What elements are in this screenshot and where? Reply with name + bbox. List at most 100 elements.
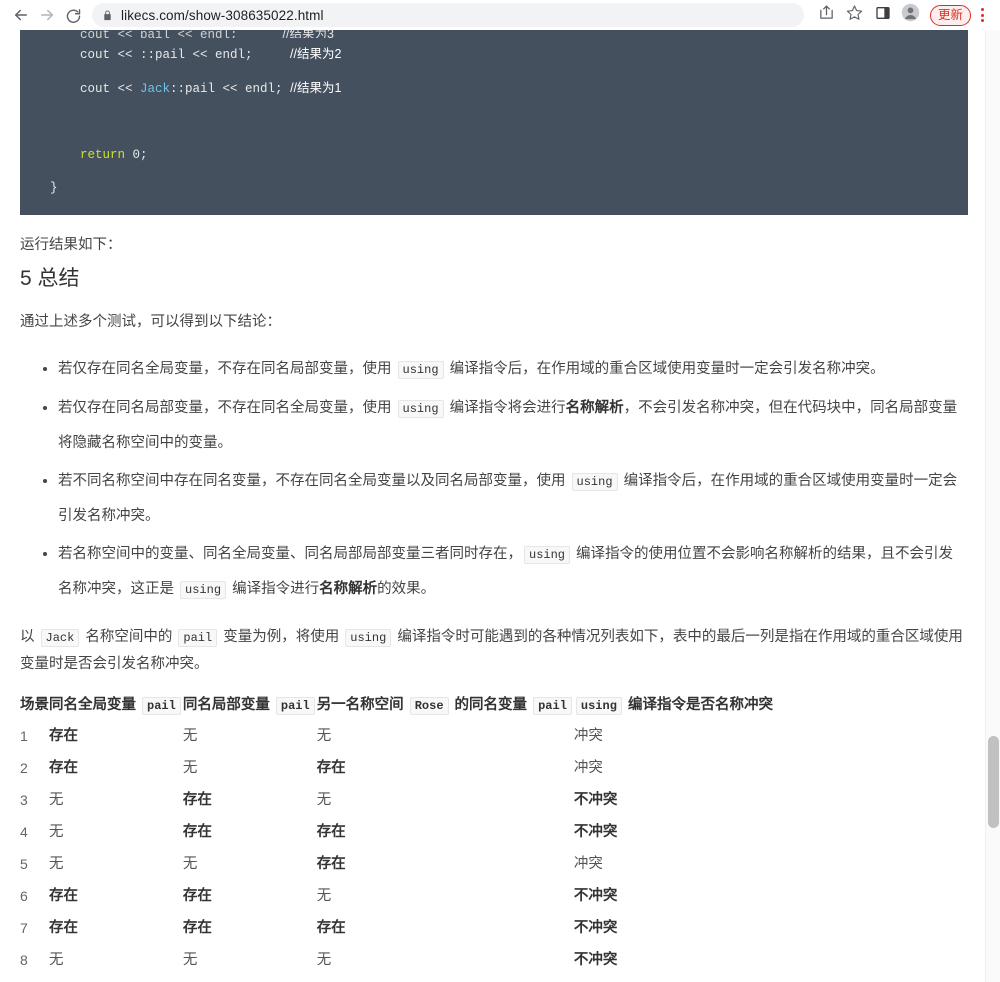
cell-value: 无 bbox=[182, 856, 198, 872]
inline-code: pail bbox=[275, 697, 315, 715]
cell-value: 无 bbox=[316, 792, 332, 808]
url-text: likecs.com/show-308635022.html bbox=[121, 7, 324, 23]
cell-value: 存在 bbox=[182, 888, 212, 904]
bookmark-button[interactable] bbox=[842, 2, 868, 28]
cell-value: 存在 bbox=[49, 888, 78, 904]
conclusion-bullet-list: 若仅存在同名全局变量，不存在同名局部变量，使用 using 编译指令后，在作用域… bbox=[0, 352, 985, 607]
cell-other-namespace-var: 无 bbox=[317, 784, 574, 816]
text-run: 的同名变量 bbox=[450, 697, 532, 713]
cell-global-var: 存在 bbox=[49, 880, 183, 912]
cell-global-var: 存在 bbox=[49, 720, 183, 752]
page-title: 5 总结 bbox=[20, 267, 80, 290]
inline-code: pail bbox=[178, 629, 218, 647]
inline-code: using bbox=[571, 473, 618, 491]
cell-value: 不冲突 bbox=[573, 888, 618, 904]
arrow-left-icon bbox=[12, 6, 30, 24]
cell-global-var: 无 bbox=[49, 784, 183, 816]
text-run: 的效果。 bbox=[377, 581, 436, 597]
profile-avatar-icon bbox=[901, 3, 920, 27]
cell-value: 无 bbox=[316, 728, 332, 744]
cell-value: 存在 bbox=[49, 920, 78, 936]
conclusion-bullet: 若不同名称空间中存在同名变量，不存在同名全局变量以及同名局部变量，使用 usin… bbox=[58, 464, 965, 533]
text-run: 若不同名称空间中存在同名变量，不存在同名全局变量以及同名局部变量，使用 bbox=[58, 473, 570, 489]
table-row: 4 无 存在 存在 不冲突 bbox=[20, 816, 773, 848]
cell-value: 存在 bbox=[182, 824, 212, 840]
cell-value: 不冲突 bbox=[573, 824, 618, 840]
text-run: 另一名称空间 bbox=[316, 697, 408, 713]
row-index: 1 bbox=[20, 728, 28, 744]
table-column-header: 同名全局变量 pail bbox=[49, 693, 183, 720]
cell-value: 无 bbox=[182, 728, 198, 744]
share-button[interactable] bbox=[814, 2, 840, 28]
scrollbar-thumb[interactable] bbox=[988, 736, 999, 828]
run-result-text: 运行结果如下： bbox=[20, 237, 122, 253]
article-content: cout << pail << endl; //结果为3 cout << ::p… bbox=[0, 30, 985, 982]
cell-local-var: 存在 bbox=[183, 912, 317, 944]
conclusion-bullet: 若仅存在同名局部变量，不存在同名全局变量，使用 using 编译指令将会进行名称… bbox=[58, 391, 965, 460]
table-row: 5 无 无 存在 冲突 bbox=[20, 848, 773, 880]
row-index: 6 bbox=[20, 888, 28, 904]
row-index: 4 bbox=[20, 824, 28, 840]
cell-conflict-result: 冲突 bbox=[574, 720, 773, 752]
code-line: } bbox=[20, 172, 968, 205]
page-viewport: cout << pail << endl; //结果为3 cout << ::p… bbox=[0, 30, 1000, 982]
table-row: 2 存在 无 存在 冲突 bbox=[20, 752, 773, 784]
table-head: 场景 同名全局变量 pail 同名局部变量 pail 另一名称空间 Rose 的同名变… bbox=[20, 693, 773, 720]
text-run: 名称空间中的 bbox=[81, 629, 177, 645]
update-button[interactable]: 更新 bbox=[929, 4, 971, 26]
page-scrollbar[interactable] bbox=[985, 30, 1000, 982]
side-panel-button[interactable] bbox=[870, 2, 896, 28]
address-bar[interactable]: likecs.com/show-308635022.html bbox=[92, 3, 804, 27]
inline-code: pail bbox=[142, 697, 181, 715]
table-column-header: 同名局部变量 pail bbox=[183, 693, 317, 720]
text-run: 变量为例，将使用 bbox=[219, 629, 344, 645]
cell-value: 存在 bbox=[316, 920, 346, 936]
code-token: cout << ::pail << endl; bbox=[50, 48, 291, 62]
cell-global-var: 存在 bbox=[49, 912, 183, 944]
browser-menu-button[interactable] bbox=[972, 2, 992, 28]
cell-conflict-result: 不冲突 bbox=[574, 880, 773, 912]
cell-value: 存在 bbox=[49, 728, 78, 744]
inline-code: using bbox=[397, 400, 444, 418]
cell-global-var: 无 bbox=[49, 848, 183, 880]
cell-value: 存在 bbox=[49, 760, 78, 776]
profile-button[interactable] bbox=[898, 2, 924, 28]
code-token: 0; bbox=[125, 148, 148, 162]
code-line: cout << pail << endl; //结果为3 bbox=[20, 30, 968, 38]
cell-global-var: 存在 bbox=[49, 752, 183, 784]
forward-button[interactable] bbox=[34, 2, 60, 28]
text-run: 编译指令是否名称冲突 bbox=[623, 697, 773, 713]
lock-icon bbox=[102, 9, 113, 22]
cell-value: 无 bbox=[49, 952, 64, 968]
cell-value: 不冲突 bbox=[573, 792, 618, 808]
inline-code: Jack bbox=[40, 629, 80, 647]
cell-global-var: 无 bbox=[49, 944, 183, 976]
back-button[interactable] bbox=[8, 2, 34, 28]
share-icon bbox=[818, 4, 835, 26]
inline-code: using bbox=[524, 546, 571, 564]
cell-value: 存在 bbox=[316, 824, 346, 840]
row-index: 5 bbox=[20, 856, 28, 872]
row-index: 8 bbox=[20, 952, 28, 968]
cell-other-namespace-var: 无 bbox=[317, 944, 574, 976]
code-line bbox=[20, 106, 968, 139]
cell-conflict-result: 冲突 bbox=[574, 752, 773, 784]
reload-button[interactable] bbox=[60, 2, 86, 28]
cell-value: 无 bbox=[316, 888, 332, 904]
table-row: 6 存在 存在 无 不冲突 bbox=[20, 880, 773, 912]
table-header-row: 场景 同名全局变量 pail 同名局部变量 pail 另一名称空间 Rose 的同名变… bbox=[20, 693, 773, 720]
cell-conflict-result: 不冲突 bbox=[574, 816, 773, 848]
cell-local-var: 无 bbox=[183, 848, 317, 880]
cell-local-var: 存在 bbox=[183, 816, 317, 848]
cell-value: 存在 bbox=[182, 792, 212, 808]
code-token-cmt: //结果为3 bbox=[282, 30, 334, 38]
table-row: 3 无 存在 无 不冲突 bbox=[20, 784, 773, 816]
cell-value: 存在 bbox=[182, 920, 212, 936]
text-run: 编译指令将会进行 bbox=[445, 400, 566, 416]
cell-local-var: 存在 bbox=[183, 880, 317, 912]
code-token: ::pail << endl; bbox=[170, 82, 291, 96]
cell-value: 无 bbox=[182, 760, 198, 776]
cell-value: 存在 bbox=[316, 856, 346, 872]
conclusion-bullet: 若仅存在同名全局变量，不存在同名局部变量，使用 using 编译指令后，在作用域… bbox=[58, 352, 965, 387]
text-run: 同名局部变量 bbox=[182, 697, 274, 713]
